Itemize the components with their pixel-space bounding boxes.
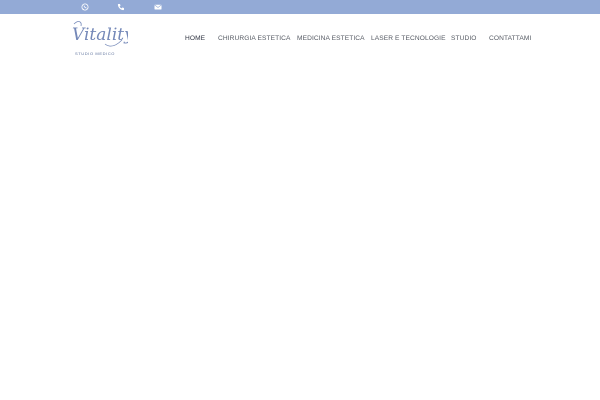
phone-icon[interactable] <box>115 1 127 13</box>
top-contact-bar <box>0 0 600 14</box>
nav-item-home[interactable]: HOME <box>185 34 205 44</box>
envelope-icon[interactable] <box>152 1 164 13</box>
main-navigation: HOME CHIRURGIA ESTETICA MEDICINA ESTETIC… <box>0 34 600 44</box>
whatsapp-icon[interactable] <box>79 1 91 13</box>
nav-item-medicina-estetica[interactable]: MEDICINA ESTETICA <box>297 34 365 44</box>
nav-item-contattami[interactable]: CONTATTAMI <box>489 34 531 44</box>
logo-tagline: STUDIO MEDICO <box>75 51 116 56</box>
nav-item-laser-e-tecnologie[interactable]: LASER E TECNOLOGIE <box>371 34 446 44</box>
nav-item-studio[interactable]: STUDIO <box>451 34 477 44</box>
nav-item-chirurgia-estetica[interactable]: CHIRURGIA ESTETICA <box>218 34 291 44</box>
